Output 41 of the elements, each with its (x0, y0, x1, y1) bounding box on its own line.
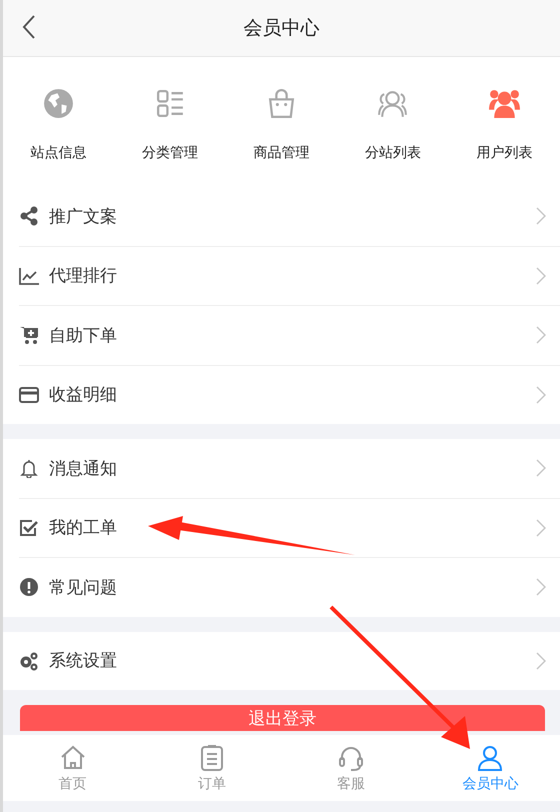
menu-item[interactable]: 消息通知 (19, 439, 560, 498)
back-icon[interactable] (21, 14, 37, 40)
chevron-icon (536, 578, 546, 596)
menu-label: 自助下单 (49, 324, 117, 347)
chart-line-icon (19, 266, 39, 286)
person-icon (476, 744, 504, 772)
shortcut-label[interactable]: 商品管理 (254, 144, 310, 162)
menu-item[interactable]: 推广文案 (19, 187, 560, 246)
menu-label: 消息通知 (49, 458, 117, 480)
chevron-icon (536, 652, 546, 670)
shortcut-label[interactable]: 用户列表 (476, 144, 532, 162)
gears-icon (19, 650, 39, 671)
exclamation-icon (19, 577, 39, 598)
chevron-icon (536, 326, 546, 344)
menu-label: 系统设置 (49, 650, 117, 672)
menu-item[interactable]: 收益明细 (19, 366, 560, 424)
menu-item[interactable]: 常见问题 (19, 558, 560, 616)
page-title: 会员中心 (244, 16, 320, 41)
share-icon (19, 206, 39, 226)
users-icon[interactable] (488, 87, 521, 120)
shortcut-label[interactable]: 分类管理 (142, 144, 198, 162)
shortcut-label[interactable]: 分站列表 (364, 144, 421, 162)
menu-label: 代理排行 (49, 265, 117, 288)
shortcut-label[interactable]: 站点信息 (30, 144, 87, 162)
cart-icon (19, 325, 39, 346)
chevron-icon (536, 459, 546, 478)
bell-icon (19, 458, 39, 478)
home-icon (58, 744, 87, 772)
chevron-icon (536, 266, 546, 285)
globe-icon[interactable] (42, 87, 76, 120)
menu-item[interactable]: 自助下单 (19, 306, 560, 366)
card-icon (19, 384, 39, 405)
menu-label: 常见问题 (49, 576, 117, 599)
chevron-icon (536, 386, 546, 404)
menu-label: 收益明细 (49, 384, 117, 406)
menu-item[interactable]: 代理排行 (19, 246, 560, 306)
checkbox-icon (19, 518, 39, 538)
menu-label: 推广文案 (49, 206, 117, 228)
chevron-icon (536, 207, 546, 226)
menu-label: 我的工单 (49, 517, 117, 540)
chevron-icon (536, 518, 546, 537)
